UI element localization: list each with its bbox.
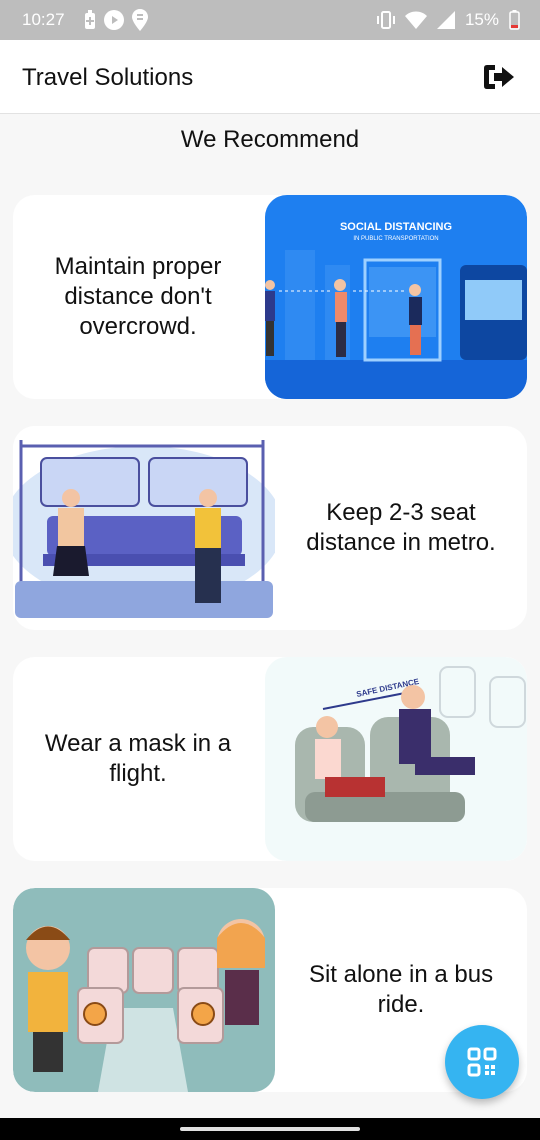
status-right: 15% <box>376 10 520 30</box>
notification-icons <box>84 9 148 31</box>
battery-saver-icon <box>85 10 95 29</box>
flight-mask-illustration: SAFE DISTANCE <box>265 657 527 861</box>
bus-sit-alone-illustration <box>13 888 275 1092</box>
wifi-icon <box>404 11 427 29</box>
signal-icon <box>436 11 455 29</box>
recommendation-card-metro[interactable]: Keep 2-3 seat distance in metro. <box>13 426 527 630</box>
image-title: SOCIAL DISTANCING <box>340 221 452 233</box>
logout-icon[interactable] <box>482 62 516 92</box>
status-bar: 10:27 15% <box>0 0 540 40</box>
battery-percent: 15% <box>464 10 499 29</box>
navigation-bar <box>0 1118 540 1140</box>
status-time: 10:27 <box>22 10 65 29</box>
recommendation-card-flight[interactable]: Wear a mask in a flight. SAFE DISTANCE <box>13 657 527 861</box>
qr-scan-button[interactable] <box>445 1025 519 1099</box>
image-subtitle: IN PUBLIC TRANSPORTATION <box>353 236 438 242</box>
battery-icon <box>509 10 520 30</box>
section-title: We Recommend <box>180 126 360 153</box>
app-bar: Travel Solutions <box>0 40 540 114</box>
card-text: Maintain proper distance don't overcrowd… <box>54 253 222 340</box>
metro-seat-illustration <box>13 426 275 630</box>
play-icon <box>104 10 124 30</box>
swiggy-icon <box>132 9 148 31</box>
social-distancing-illustration: SOCIAL DISTANCING IN PUBLIC TRANSPORTATI… <box>265 195 527 399</box>
app-title: Travel Solutions <box>22 64 194 91</box>
home-gesture-handle[interactable] <box>180 1127 360 1131</box>
qr-code-icon <box>467 1047 497 1077</box>
vibrate-icon <box>376 11 395 29</box>
recommendation-card-distance[interactable]: Maintain proper distance don't overcrowd… <box>13 195 527 399</box>
card-text: Keep 2-3 seat distance in metro. <box>306 499 496 556</box>
card-text: Wear a mask in a flight. <box>44 730 232 787</box>
